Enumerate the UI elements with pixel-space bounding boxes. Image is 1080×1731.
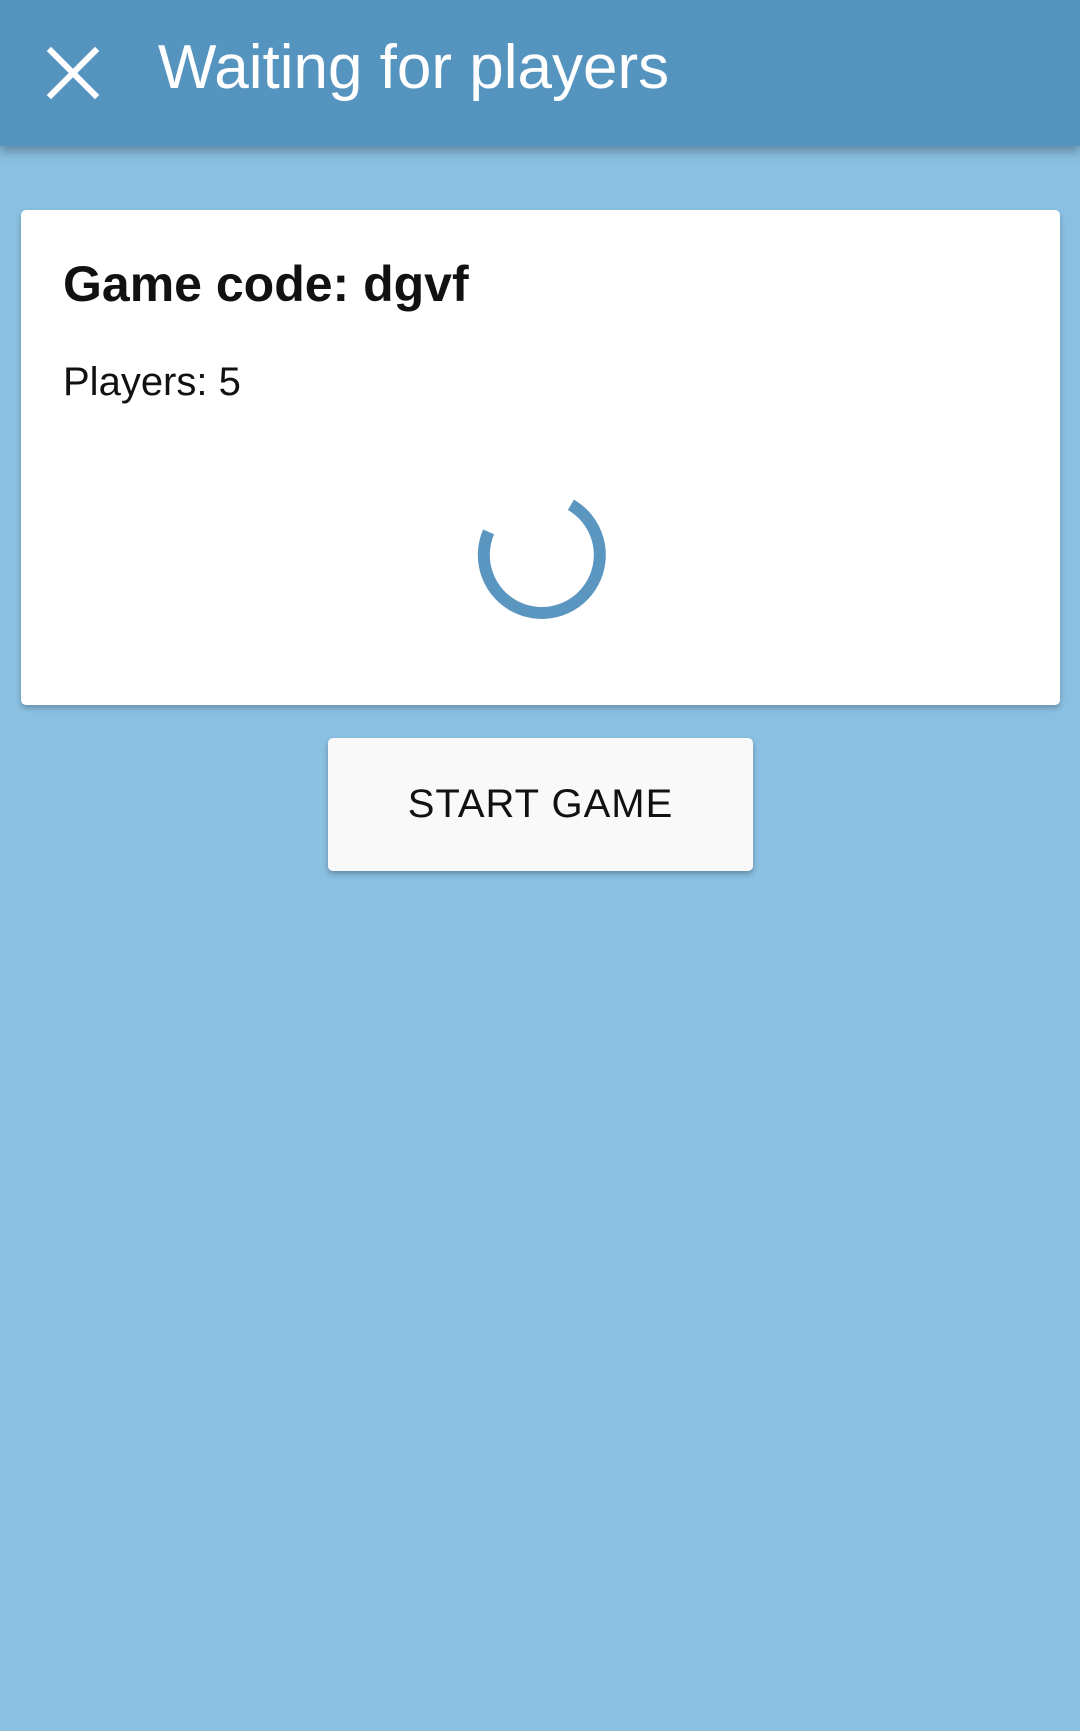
- players-count: Players: 5: [63, 360, 241, 404]
- page-title: Waiting for players: [158, 33, 670, 102]
- game-code: Game code: dgvf: [63, 256, 469, 312]
- loading-spinner-icon: [477, 499, 606, 619]
- start-game-button[interactable]: START GAME: [328, 738, 753, 871]
- game-info-card: Game code: dgvf Players: 5: [21, 210, 1060, 705]
- close-icon: [46, 46, 100, 100]
- app-bar: Waiting for players: [0, 0, 1080, 146]
- close-button[interactable]: [30, 30, 116, 116]
